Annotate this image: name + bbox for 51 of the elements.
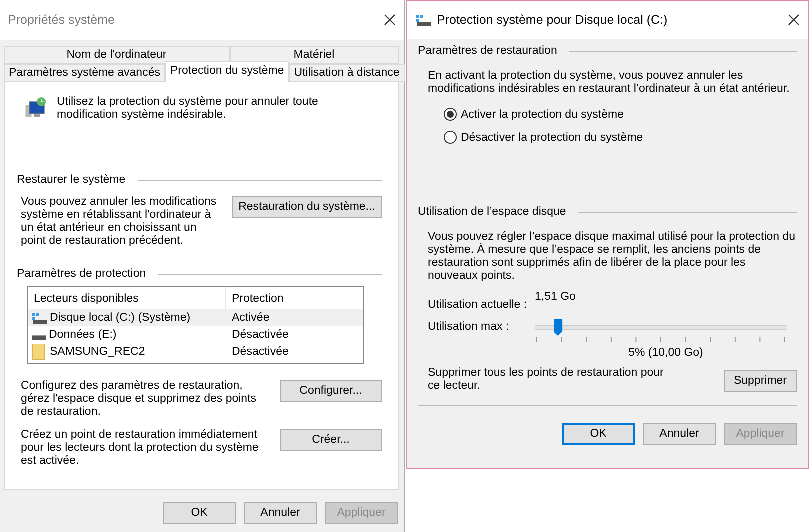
tab[interactable]: Matériel [230,46,399,64]
action-description: Configurez des paramètres de restauration, gérez l'espace disque et supprimez des points de restauration. [21,380,258,419]
create-button[interactable]: Créer... [280,429,382,451]
section-heading: Paramètres de protection [17,268,146,280]
restore-description: En activant la protection du système, vous pouvez annuler les modifications indésirables en restaurant l’ordinateur à un état antérieur. [427,70,791,96]
dialog-button[interactable]: Annuler [643,423,716,445]
drive-icon [416,14,431,26]
tab[interactable]: Paramètres système avancés [4,64,166,82]
drive-name: Disque local (C:) (Système) [50,312,191,324]
window-title: Propriétés système [8,13,116,27]
tab[interactable]: Protection du système [165,61,290,82]
slider-thumb[interactable] [554,319,563,336]
protection-status: Désactivée [232,328,289,340]
max-usage-reading: 5% (10,00 Go) [628,347,704,359]
intro-text: Utilisez la protection du système pour annuler toute modification système indésirable. [56,96,320,122]
dialog-button[interactable]: OK [562,423,635,445]
radio-option[interactable]: Activer la protection du système [444,108,797,121]
tab[interactable]: Utilisation à distance [289,64,405,82]
delete-description: Supprimer tous les points de restauration pour ce lecteur. [428,367,665,393]
action-description: Créez un point de restauration immédiatement pour les lecteurs dont la protection du système est activée. [21,429,260,468]
field-label: Utilisation actuelle : [428,299,528,311]
drive-row[interactable]: Disque local (C:) (Système) Activée [28,309,363,326]
protection-status: Activée [232,312,270,324]
dialog-button[interactable]: OK [163,502,236,524]
field-label: Utilisation max : [428,321,510,333]
close-icon[interactable] [788,14,800,26]
disk-usage-description: Vous pouvez régler l’espace disque maximal utilisé pour la protection du système. À mesure que l’espace se remplit, les anciens points de restauration sont supprimés afin de libérer de la place pour les nouveaux points. [427,231,797,283]
section-heading: Utilisation de l’espace disque [418,206,566,218]
tab[interactable]: Nom de l'ordinateur [4,46,230,64]
folder-icon [32,344,47,360]
drive-row[interactable]: Données (E:) Désactivée [28,326,363,343]
drive-icon [32,312,47,324]
drive-icon [32,334,46,340]
column-header[interactable]: Protection [226,287,363,309]
section-heading: Restaurer le système [17,174,126,186]
radio-option[interactable]: Désactiver la protection du système [444,131,797,144]
section-heading: Paramètres de restauration [418,45,558,57]
current-usage-value: 1,51 Go [535,291,576,303]
configure-button[interactable]: Configurer... [280,380,382,402]
protection-status: Désactivée [232,346,289,358]
restore-description: Vous pouvez annuler les modifications système en rétablissant l'ordinateur à un état antérieur en choisissant un point de restauration précédent. [21,196,218,248]
drive-row[interactable]: SAMSUNG_REC2 Désactivée [28,343,363,360]
window-title: Protection système pour Disque local (C:) [437,13,669,27]
close-icon[interactable] [384,14,396,26]
radio-icon[interactable] [444,131,457,144]
drive-name: Données (E:) [49,328,117,340]
delete-button[interactable]: Supprimer [724,370,797,392]
radio-icon[interactable] [444,108,457,121]
system-restore-button[interactable]: Restauration du système... [232,196,382,218]
drive-name: SAMSUNG_REC2 [50,346,146,358]
dialog-button[interactable]: Annuler [244,502,317,524]
